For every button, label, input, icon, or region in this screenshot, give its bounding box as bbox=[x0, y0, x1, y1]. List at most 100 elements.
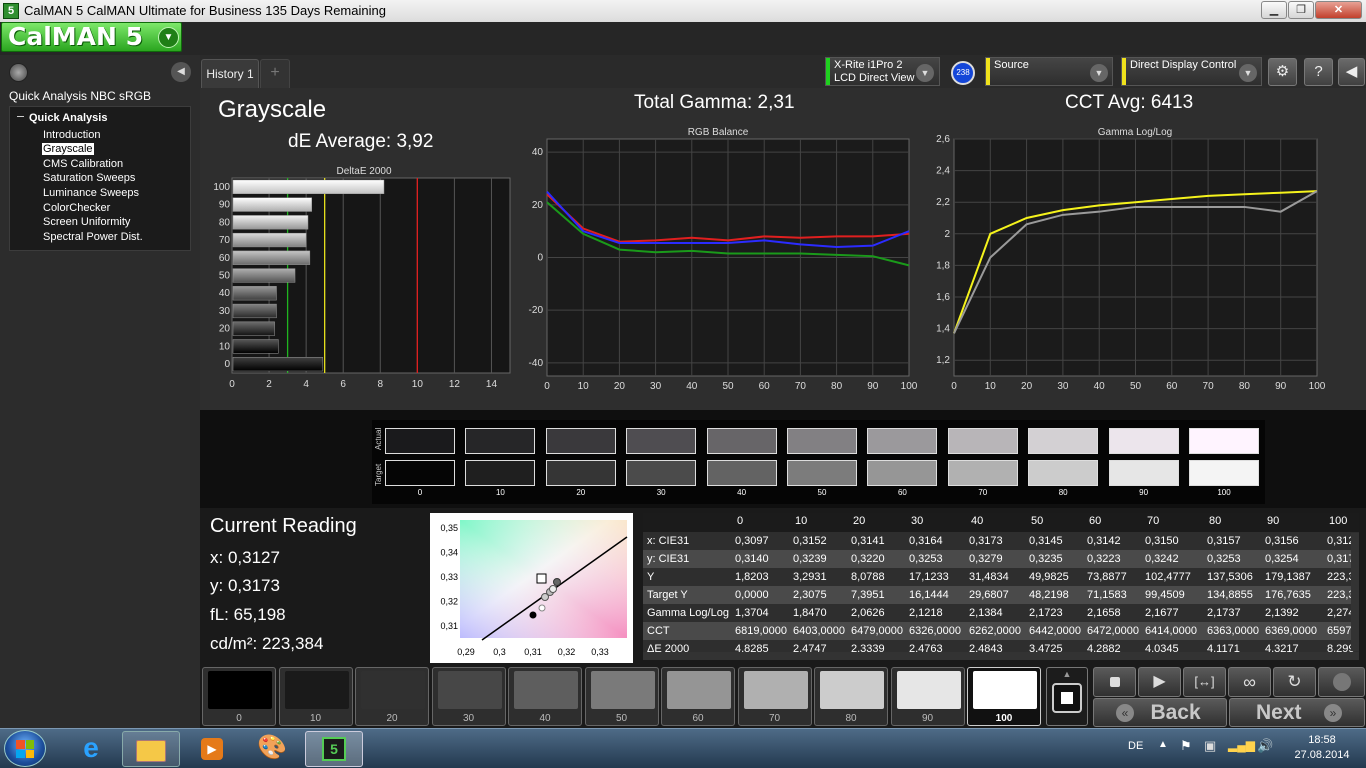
meter-mode: LCD Direct View bbox=[834, 72, 915, 84]
patch-label: 10 bbox=[309, 713, 322, 724]
table-cell: 6442,0000 bbox=[1029, 625, 1081, 637]
back-button[interactable]: « Back bbox=[1093, 698, 1227, 727]
header-cell: 50 bbox=[1031, 515, 1044, 527]
patch-button[interactable]: 80 bbox=[814, 667, 888, 726]
reading-point bbox=[553, 578, 561, 586]
refresh-icon[interactable]: ↻ bbox=[1273, 667, 1316, 697]
chevron-down-icon[interactable]: ▼ bbox=[916, 64, 934, 82]
table-cell: 7,3951 bbox=[851, 589, 885, 601]
workflow-options-button[interactable] bbox=[9, 63, 28, 82]
start-button[interactable] bbox=[4, 730, 46, 767]
patch-button[interactable]: 60 bbox=[661, 667, 735, 726]
volume-icon[interactable]: 🔊 bbox=[1257, 738, 1273, 754]
table-cell: 0,3150 bbox=[1145, 535, 1179, 547]
y-tick-label: 2,4 bbox=[936, 166, 950, 177]
tree-root[interactable]: Quick Analysis bbox=[29, 112, 107, 124]
device-icon[interactable]: ▣ bbox=[1204, 738, 1216, 754]
continuous-icon[interactable]: ∞ bbox=[1228, 667, 1271, 697]
paint-icon[interactable]: 🎨 bbox=[243, 731, 301, 767]
close-button[interactable]: ✕ bbox=[1315, 1, 1362, 19]
patch-button[interactable]: 0 bbox=[202, 667, 276, 726]
language-indicator[interactable]: DE bbox=[1128, 740, 1143, 752]
display-selector[interactable]: Direct Display Control ▼ bbox=[1121, 57, 1262, 86]
x-tick-label: 60 bbox=[1166, 381, 1178, 392]
patch-button[interactable]: 20 bbox=[355, 667, 429, 726]
sidebar-item-colorchecker[interactable]: ColorChecker bbox=[42, 202, 111, 214]
actual-swatch bbox=[706, 428, 777, 454]
patch-button[interactable]: 100 bbox=[967, 667, 1041, 726]
table-cell: 6414,0000 bbox=[1145, 625, 1197, 637]
sidebar-item-grayscale[interactable]: Grayscale bbox=[42, 143, 94, 155]
header-cell: 30 bbox=[911, 515, 924, 527]
tray-expand-icon[interactable]: ▲ bbox=[1158, 739, 1168, 750]
rgb-balance-chart: RGB Balance 40 20 0 -20 -40 0 10 20 30 40 50 60 70 8… bbox=[529, 127, 918, 392]
add-tab-button[interactable]: + bbox=[260, 59, 290, 88]
ie-icon[interactable]: e bbox=[62, 731, 120, 767]
patch-scroll-control[interactable]: ▲ bbox=[1046, 667, 1088, 726]
sidebar-item-saturation-sweeps[interactable]: Saturation Sweeps bbox=[42, 172, 136, 184]
patch-button[interactable]: 30 bbox=[431, 667, 506, 726]
calman-taskbar-icon[interactable]: 5 bbox=[305, 731, 363, 767]
collapse-icon[interactable] bbox=[17, 116, 24, 117]
gear-icon[interactable]: ⚙ bbox=[1268, 58, 1297, 86]
table-hscrollbar[interactable] bbox=[643, 652, 1359, 660]
table-cell: 137,5306 bbox=[1207, 571, 1253, 583]
minimize-button[interactable]: ▁ bbox=[1261, 1, 1287, 19]
chevron-down-icon[interactable]: ▼ bbox=[1239, 64, 1257, 82]
network-icon[interactable]: ▂▄▆ bbox=[1228, 738, 1255, 752]
patch-color bbox=[590, 671, 655, 709]
explorer-icon[interactable] bbox=[122, 731, 180, 767]
swatch-label: 20 bbox=[576, 488, 586, 497]
y-tick-label: 0,33 bbox=[440, 572, 458, 582]
patch-button[interactable]: 50 bbox=[584, 667, 659, 726]
sidebar-item-screen-uniformity[interactable]: Screen Uniformity bbox=[42, 216, 131, 228]
reading-y: y: 0,3173 bbox=[210, 576, 280, 595]
restore-button[interactable]: ❐ bbox=[1288, 1, 1314, 19]
meter-selector[interactable]: X-Rite i1Pro 2 LCD Direct View ▼ bbox=[825, 57, 940, 86]
y-tick-label: 1,4 bbox=[936, 324, 950, 335]
help-icon[interactable]: ? bbox=[1304, 58, 1333, 86]
play-icon[interactable]: ▶ bbox=[1138, 667, 1181, 697]
flag-icon[interactable]: ⚑ bbox=[1180, 738, 1192, 754]
record-button[interactable] bbox=[1093, 667, 1136, 697]
patch-button[interactable]: 10 bbox=[278, 667, 353, 726]
swatch-label: 30 bbox=[656, 488, 666, 497]
clock-date: 27.08.2014 bbox=[1294, 749, 1350, 761]
target-swatch bbox=[1189, 460, 1259, 486]
patch-button[interactable]: 90 bbox=[890, 667, 965, 726]
media-player-icon[interactable]: ▶ bbox=[183, 731, 241, 767]
sidebar-item-spectral-power[interactable]: Spectral Power Dist. bbox=[42, 231, 144, 243]
source-selector[interactable]: Source ▼ bbox=[985, 57, 1113, 86]
target-swatch bbox=[706, 460, 777, 486]
patch-color bbox=[667, 671, 731, 709]
table-scrollbar[interactable] bbox=[1351, 533, 1359, 651]
x-tick-label: 100 bbox=[1309, 381, 1325, 392]
sidebar-item-introduction[interactable]: Introduction bbox=[42, 129, 101, 141]
x-tick-label: 8 bbox=[377, 379, 383, 390]
table-cell: 0,3239 bbox=[793, 553, 827, 565]
patch-button[interactable]: 40 bbox=[508, 667, 582, 726]
swatch-label: 80 bbox=[1058, 488, 1068, 497]
stop-icon[interactable] bbox=[1052, 683, 1082, 713]
sidebar-item-luminance-sweeps[interactable]: Luminance Sweeps bbox=[42, 187, 140, 199]
collapse-right-button[interactable]: ◀ bbox=[1338, 58, 1365, 86]
swatch-label: 90 bbox=[1139, 488, 1149, 497]
table-row: x: CIE31 0,3097 0,3152 0,3141 0,3164 0,3173 0,… bbox=[643, 532, 1359, 550]
sidebar-item-cms-calibration[interactable]: CMS Calibration bbox=[42, 158, 124, 170]
chevron-down-icon[interactable]: ▼ bbox=[1090, 64, 1108, 82]
y-tick-label: 0,34 bbox=[440, 548, 458, 558]
chevron-down-icon[interactable]: ▼ bbox=[158, 27, 179, 48]
patch-color bbox=[973, 671, 1037, 709]
options-button[interactable] bbox=[1318, 667, 1365, 697]
x-tick-label: 10 bbox=[578, 381, 590, 392]
y-tick-label: 100 bbox=[213, 182, 230, 193]
row-label: Y bbox=[647, 571, 655, 583]
calman-logo-menu[interactable]: CalMAN 5 ▼ bbox=[1, 22, 182, 52]
next-button[interactable]: Next » bbox=[1229, 698, 1365, 727]
collapse-sidebar-button[interactable]: ◀ bbox=[171, 62, 191, 82]
tab-history-1[interactable]: History 1 bbox=[201, 59, 259, 88]
clock[interactable]: 18:58 27.08.2014 bbox=[1282, 734, 1362, 761]
x-tick-label: 80 bbox=[831, 381, 843, 392]
patch-button[interactable]: 70 bbox=[737, 667, 812, 726]
measure-range-icon[interactable]: [↔] bbox=[1183, 667, 1226, 697]
